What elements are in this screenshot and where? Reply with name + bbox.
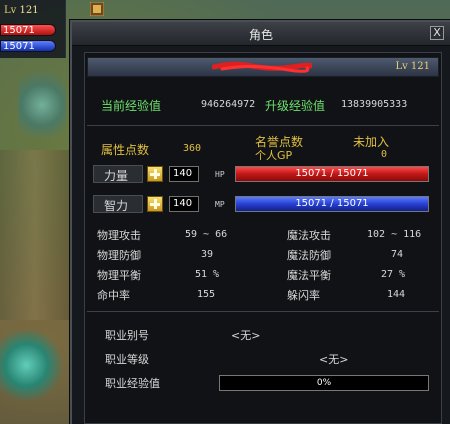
personal-gp-value: 0: [381, 149, 388, 160]
hit-rate-label: 命中率: [97, 289, 130, 302]
mp-tag: MP: [215, 200, 225, 209]
guild-status: 未加入: [353, 135, 390, 149]
mag-balance-label: 魔法平衡: [287, 269, 331, 282]
dodge-rate-value: 144: [387, 289, 406, 300]
job-grade-label: 职业等级: [105, 353, 149, 366]
mag-defense-label: 魔法防御: [287, 249, 331, 262]
mag-defense-value: 74: [391, 249, 404, 260]
scenery-crystal: [0, 330, 66, 400]
job-alias-value: <无>: [231, 329, 261, 342]
phys-defense-value: 39: [201, 249, 214, 260]
phys-balance-label: 物理平衡: [97, 269, 141, 282]
mini-level: Lv 121: [4, 5, 39, 16]
upgrade-exp-value: 13839905333: [341, 99, 408, 110]
phys-attack-label: 物理攻击: [97, 229, 141, 242]
strength-label: 力量: [104, 169, 129, 183]
intellect-label-box: 智力: [93, 195, 143, 213]
job-exp-gauge: 0%: [219, 375, 429, 391]
mag-attack-label: 魔法攻击: [287, 229, 331, 242]
scenery-pillar: [0, 150, 70, 320]
player-mini-status: Lv 121 15071 15071: [0, 0, 66, 58]
character-window: 角色 X Lv 121 当前经验值 946264972 升级经验值 138399…: [70, 20, 450, 424]
hp-gauge: 15071 / 15071: [235, 166, 429, 182]
attribute-points-value: 360: [183, 143, 202, 154]
hp-tag: HP: [215, 170, 225, 179]
dodge-rate-label: 躲闪率: [287, 289, 320, 302]
job-alias-label: 职业别号: [105, 329, 149, 342]
mag-balance-value: 27 %: [381, 269, 406, 280]
job-grade-value: <无>: [319, 353, 349, 366]
upgrade-exp-label: 升级经验值: [265, 99, 326, 113]
job-exp-label: 职业经验值: [105, 377, 160, 390]
mag-attack-value: 102 ~ 116: [367, 229, 422, 240]
scenery-crystal: [18, 60, 66, 150]
personal-gp-label: 个人GP: [255, 149, 293, 162]
window-titlebar[interactable]: 角色 X: [72, 22, 450, 46]
phys-defense-label: 物理防御: [97, 249, 141, 262]
phys-attack-value: 59 ~ 66: [185, 229, 228, 240]
hit-rate-value: 155: [197, 289, 216, 300]
character-name-bar: Lv 121: [87, 57, 439, 77]
attribute-points-label: 属性点数: [101, 143, 150, 157]
character-name-obscured: [212, 61, 312, 73]
mini-mp-bar: 15071: [0, 40, 56, 52]
window-title: 角色: [248, 28, 273, 42]
current-exp-label: 当前经验值: [101, 99, 162, 113]
character-level: Lv 121: [395, 61, 430, 72]
strength-plus-button[interactable]: [147, 166, 163, 182]
intellect-label: 智力: [104, 199, 129, 213]
current-exp-value: 946264972: [201, 99, 256, 110]
divider: [87, 125, 439, 126]
intellect-plus-button[interactable]: [147, 196, 163, 212]
close-button[interactable]: X: [430, 26, 444, 40]
character-panel: Lv 121 当前经验值 946264972 升级经验值 13839905333…: [84, 52, 442, 424]
strength-label-box: 力量: [93, 165, 143, 183]
buff-icon[interactable]: [90, 2, 104, 16]
intellect-value: 140: [169, 196, 199, 212]
strength-value: 140: [169, 166, 199, 182]
divider: [87, 311, 439, 312]
mini-hp-bar: 15071: [0, 24, 56, 36]
mp-gauge: 15071 / 15071: [235, 196, 429, 212]
phys-balance-value: 51 %: [195, 269, 220, 280]
